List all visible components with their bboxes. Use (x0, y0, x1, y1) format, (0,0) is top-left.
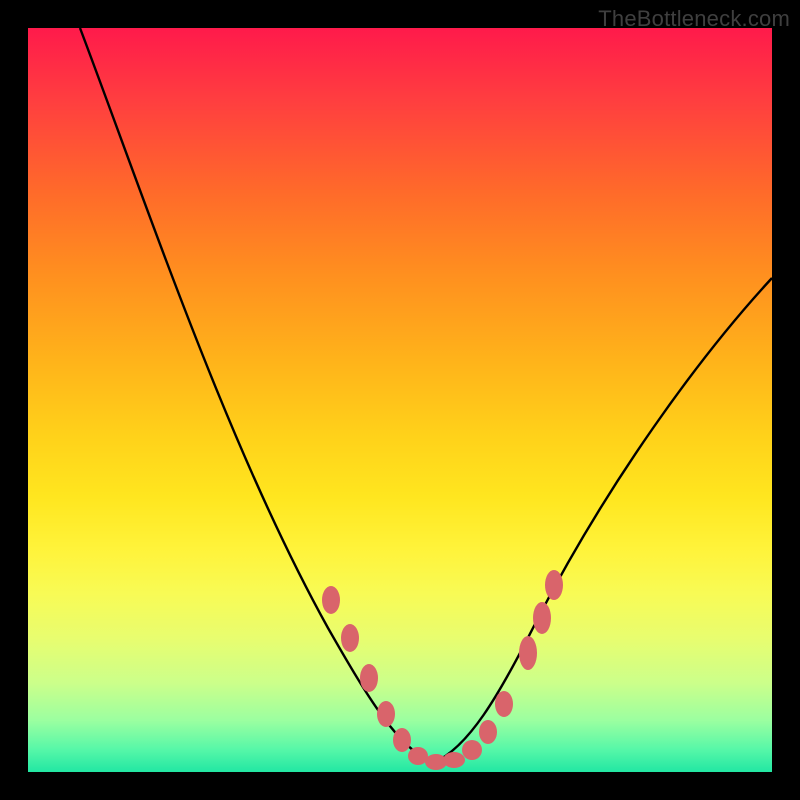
chart-frame: TheBottleneck.com (0, 0, 800, 800)
bottleneck-curve (80, 28, 772, 763)
watermark-text: TheBottleneck.com (598, 6, 790, 32)
curve-layer (28, 28, 772, 772)
highlight-dots (322, 570, 563, 770)
